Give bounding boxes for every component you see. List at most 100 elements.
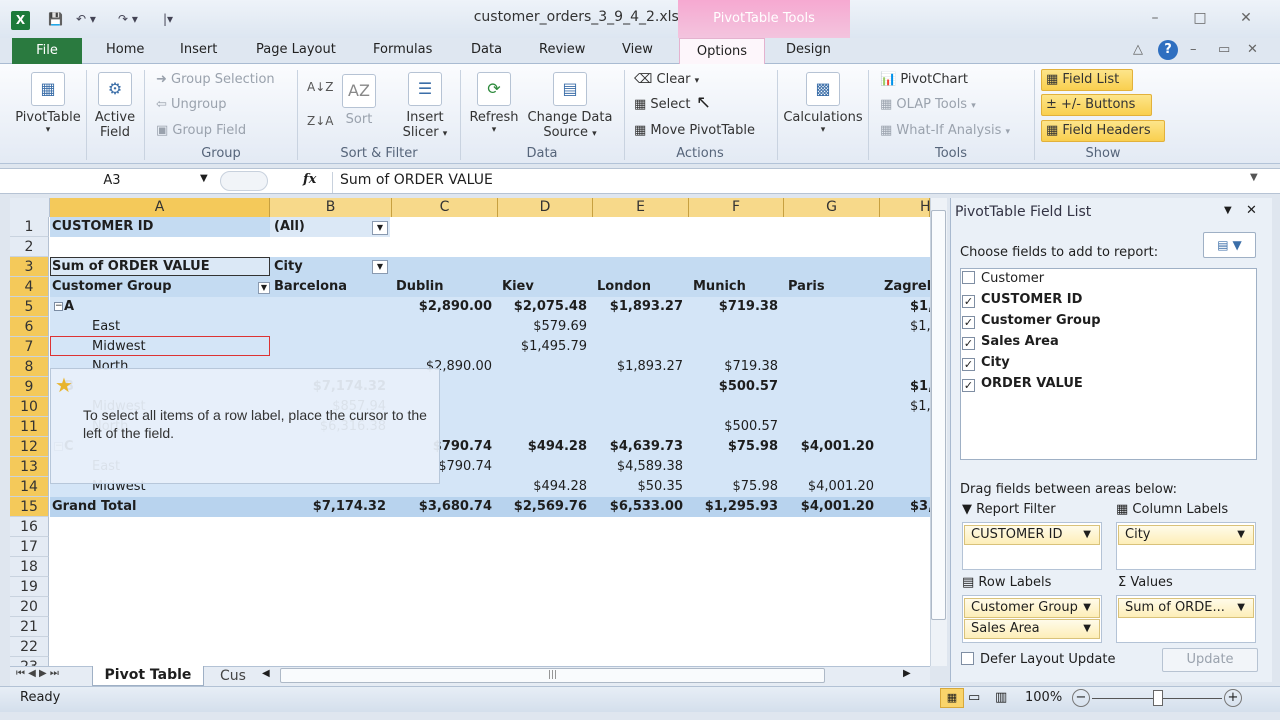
cell-a6[interactable]: East xyxy=(50,317,270,337)
cell-e4[interactable]: London xyxy=(593,277,689,297)
normal-view-icon[interactable]: ▦ xyxy=(940,688,964,708)
row-header-1[interactable]: 1 xyxy=(10,217,49,237)
cell-a3[interactable]: Sum of ORDER VALUE xyxy=(50,257,270,277)
cell-g4[interactable]: Paris xyxy=(784,277,880,297)
pivottable-button[interactable]: ▦ PivotTable ▾ xyxy=(14,70,82,135)
cell-f8[interactable]: $719.38 xyxy=(689,357,784,377)
sort-az-icon[interactable]: A↓Z xyxy=(307,80,333,94)
clear-button[interactable]: ⌫ Clear ▾ xyxy=(634,72,699,87)
cell-f14[interactable]: $75.98 xyxy=(689,477,784,497)
cell-a7[interactable]: Midwest xyxy=(50,337,270,357)
defer-layout-checkbox[interactable]: Defer Layout Update xyxy=(961,652,1115,667)
tab-view[interactable]: View xyxy=(622,42,653,57)
row-header-14[interactable]: 14 xyxy=(10,477,49,497)
cell-h9[interactable]: $1,8 xyxy=(880,377,930,397)
namebox-dropdown-icon[interactable]: ▼ xyxy=(200,173,208,184)
zoom-in-icon[interactable]: + xyxy=(1224,689,1242,707)
checked-checkbox-icon[interactable]: ✓ xyxy=(962,379,975,392)
row-header-21[interactable]: 21 xyxy=(10,617,49,637)
row-header-8[interactable]: 8 xyxy=(10,357,49,377)
olap-tools-button[interactable]: ▦ OLAP Tools ▾ xyxy=(880,97,976,112)
row-header-2[interactable]: 2 xyxy=(10,237,49,257)
filter-field-pill[interactable]: CUSTOMER ID ▼ xyxy=(964,525,1100,545)
sort-button[interactable]: AZ Sort xyxy=(340,74,378,127)
checkbox-icon[interactable] xyxy=(962,271,975,284)
doc-restore-icon[interactable]: ▭ xyxy=(1218,42,1230,57)
pane-dropdown-icon[interactable]: ▼ xyxy=(1224,205,1232,216)
row-header-15[interactable]: 15 xyxy=(10,497,49,517)
cell-a5[interactable]: A xyxy=(50,297,270,317)
tab-insert[interactable]: Insert xyxy=(180,42,217,57)
cell-f4[interactable]: Munich xyxy=(689,277,784,297)
formula-resize-handle[interactable] xyxy=(220,171,268,191)
column-field-pill[interactable]: City ▼ xyxy=(1118,525,1254,545)
row-header-20[interactable]: 20 xyxy=(10,597,49,617)
column-header-b[interactable]: B xyxy=(270,198,392,217)
cell-c5[interactable]: $2,890.00 xyxy=(392,297,498,317)
cell-g15[interactable]: $4,001.20 xyxy=(784,497,880,517)
checked-checkbox-icon[interactable]: ✓ xyxy=(962,337,975,350)
minimize-icon[interactable]: – xyxy=(1145,10,1165,28)
cell-h4[interactable]: Zagreb xyxy=(880,277,930,297)
tab-formulas[interactable]: Formulas xyxy=(373,42,432,57)
select-all-corner[interactable] xyxy=(10,198,50,217)
close-icon[interactable]: ✕ xyxy=(1236,10,1256,28)
sheet-tab-customer[interactable]: Cus xyxy=(212,668,256,686)
cell-b1[interactable]: (All) xyxy=(270,217,392,237)
cell-f5[interactable]: $719.38 xyxy=(689,297,784,317)
zoom-slider-thumb[interactable] xyxy=(1153,690,1163,706)
cell-f15[interactable]: $1,295.93 xyxy=(689,497,784,517)
change-data-source-button[interactable]: ▤ Change Data Source ▾ xyxy=(524,70,616,140)
move-pivottable-button[interactable]: ▦ Move PivotTable xyxy=(634,123,755,138)
expand-formula-icon[interactable]: ▼ xyxy=(1250,172,1258,183)
group-selection-button[interactable]: ➜ Group Selection xyxy=(156,72,275,87)
checked-checkbox-icon[interactable]: ✓ xyxy=(962,316,975,329)
row-header-19[interactable]: 19 xyxy=(10,577,49,597)
field-item-customer[interactable]: Customer xyxy=(962,269,1254,289)
ungroup-button[interactable]: ⇦ Ungroup xyxy=(156,97,227,112)
cell-h5[interactable]: $1,5 xyxy=(880,297,930,317)
pane-close-icon[interactable]: ✕ xyxy=(1246,203,1257,218)
tab-options[interactable]: Options xyxy=(679,38,765,65)
field-item-customer-id[interactable]: ✓ CUSTOMER ID xyxy=(962,290,1254,310)
column-header-h[interactable]: H xyxy=(880,198,930,217)
cell-g12[interactable]: $4,001.20 xyxy=(784,437,880,457)
insert-slicer-button[interactable]: ☰ Insert Slicer ▾ xyxy=(400,70,450,140)
select-button[interactable]: ▦ Select xyxy=(634,97,691,112)
cell-c15[interactable]: $3,680.74 xyxy=(392,497,498,517)
cell-d4[interactable]: Kiev xyxy=(498,277,593,297)
cell-d14[interactable]: $494.28 xyxy=(498,477,593,497)
row-header-12[interactable]: 12 xyxy=(10,437,49,457)
cell-f11[interactable]: $500.57 xyxy=(689,417,784,437)
cell-e12[interactable]: $4,639.73 xyxy=(593,437,689,457)
tab-file[interactable]: File xyxy=(12,38,82,64)
cell-h15[interactable]: $3,4 xyxy=(880,497,930,517)
row-header-13[interactable]: 13 xyxy=(10,457,49,477)
cell-d5[interactable]: $2,075.48 xyxy=(498,297,593,317)
row-field-pill-1[interactable]: Customer Group ▼ xyxy=(964,598,1100,618)
buttons-toggle[interactable]: ± +/- Buttons xyxy=(1041,94,1152,116)
row-field-pill-2[interactable]: Sales Area ▼ xyxy=(964,619,1100,639)
page-layout-view-icon[interactable]: ▭ xyxy=(968,690,980,705)
horizontal-scroll-thumb[interactable]: ||| xyxy=(280,668,825,683)
tab-home[interactable]: Home xyxy=(106,42,144,57)
cell-e15[interactable]: $6,533.00 xyxy=(593,497,689,517)
row-header-5[interactable]: 5 xyxy=(10,297,49,317)
tab-review[interactable]: Review xyxy=(539,42,585,57)
update-button[interactable]: Update xyxy=(1162,648,1258,672)
row-header-9[interactable]: 9 xyxy=(10,377,49,397)
doc-minimize-icon[interactable]: – xyxy=(1190,42,1197,57)
field-item-customer-group[interactable]: ✓ Customer Group xyxy=(962,311,1254,331)
field-list-button[interactable]: ▦ Field List xyxy=(1041,69,1133,91)
row-header-23[interactable]: 23 xyxy=(10,657,49,666)
column-header-d[interactable]: D xyxy=(498,198,593,217)
field-headers-button[interactable]: ▦ Field Headers xyxy=(1041,120,1165,142)
sheet-nav-icons[interactable]: ⏮ ◀ ▶ ⏭ xyxy=(16,668,59,679)
field-item-order-value[interactable]: ✓ ORDER VALUE xyxy=(962,374,1254,394)
group-field-button[interactable]: ▣ Group Field xyxy=(156,123,246,138)
cell-e5[interactable]: $1,893.27 xyxy=(593,297,689,317)
doc-close-icon[interactable]: ✕ xyxy=(1247,42,1258,57)
cell-a15[interactable]: Grand Total xyxy=(50,497,270,517)
cell-c4[interactable]: Dublin xyxy=(392,277,498,297)
page-break-view-icon[interactable]: ▥ xyxy=(995,690,1007,705)
